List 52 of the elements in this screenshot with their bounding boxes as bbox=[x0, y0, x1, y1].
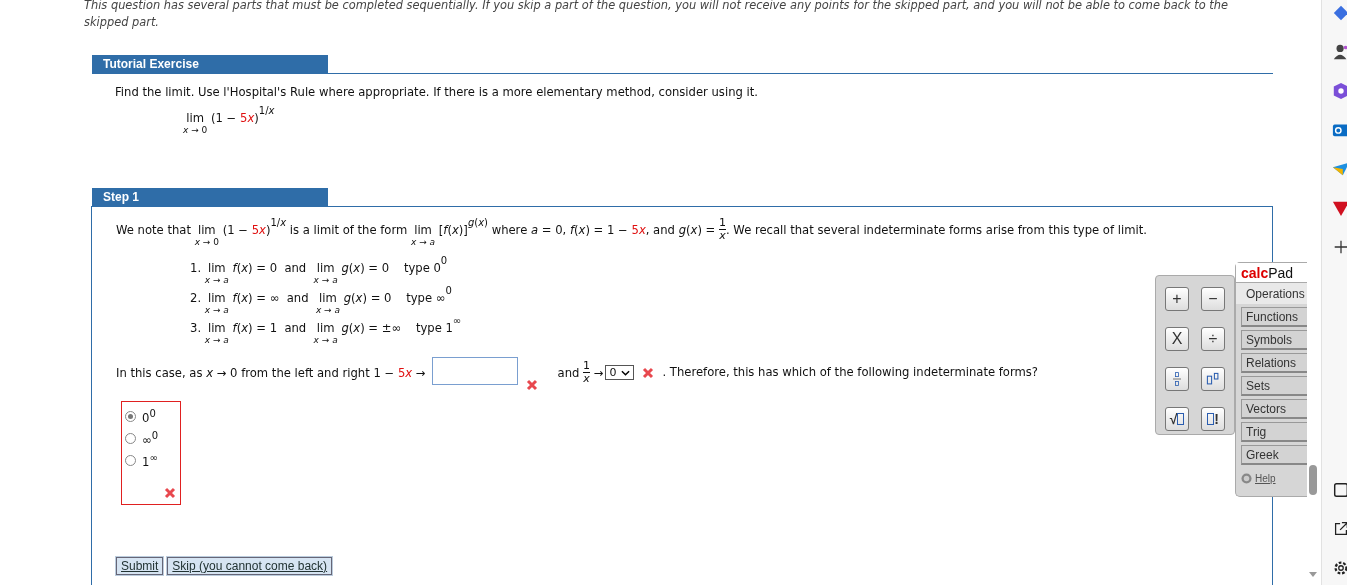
radio-button[interactable] bbox=[125, 432, 136, 444]
prompt-text: Find the limit. Use l'Hospital's Rule where appropriate. If there is a more elementary method, consider using it. bbox=[115, 85, 759, 99]
submit-button[interactable]: Submit bbox=[116, 557, 164, 575]
keypad-key[interactable] bbox=[1165, 367, 1189, 391]
form-item: 2. lim x → a f(x) = ∞ and lim x → a g(x) = 0 type ∞$^{0}$ bbox=[190, 285, 452, 315]
help-link[interactable]: Help bbox=[1255, 473, 1276, 484]
answer-field[interactable] bbox=[431, 357, 518, 385]
form-item: 3. lim x → a f(x) = 1 and lim x → a g(x) = ±∞ type 1$^{∞}$ bbox=[190, 315, 462, 345]
exponent-icon bbox=[1206, 371, 1220, 387]
calcpad-tab[interactable]: Sets bbox=[1241, 376, 1307, 396]
choice-label: 1$^{∞}$ bbox=[142, 451, 158, 469]
keypad-key[interactable]: ! bbox=[1201, 407, 1225, 431]
keypad-key[interactable]: ÷ bbox=[1201, 327, 1225, 351]
calcpad-tab[interactable]: Greek bbox=[1241, 445, 1307, 465]
calcpad-tab[interactable]: Functions bbox=[1241, 307, 1307, 327]
caret-icon bbox=[621, 369, 631, 376]
calcpad-tab[interactable]: Trig bbox=[1241, 422, 1307, 442]
help-icon bbox=[1241, 473, 1252, 484]
calcpad-tab[interactable]: Operations bbox=[1236, 283, 1307, 304]
person-icon[interactable] bbox=[1332, 43, 1347, 61]
case-text: . Therefore, this has which of the following indeterminate forms? bbox=[662, 365, 1038, 379]
choice-label: 0$^{0}$ bbox=[142, 407, 156, 425]
triangle-icon[interactable] bbox=[1332, 199, 1347, 217]
fraction-icon bbox=[1170, 371, 1184, 387]
hexagon-icon[interactable] bbox=[1332, 82, 1347, 100]
answer-dropdown[interactable]: 0 bbox=[605, 365, 635, 380]
paper-plane-icon[interactable] bbox=[1332, 160, 1347, 178]
keypad-key[interactable]: + bbox=[1165, 287, 1189, 311]
section-header: Step 1 bbox=[92, 188, 328, 206]
radio-button[interactable] bbox=[125, 454, 136, 466]
form-item: 1. lim x → a f(x) = 0 and lim x → a g(x) = 0 type 0$^{0}$ bbox=[190, 255, 448, 285]
case-text: In this case, as x → 0 from the left and right 1 − 5x → bbox=[116, 365, 426, 381]
keypad-key[interactable] bbox=[1201, 367, 1225, 391]
calcpad-tab[interactable]: Relations bbox=[1241, 353, 1307, 373]
calcpad-tab[interactable]: Symbols bbox=[1241, 330, 1307, 350]
scrollbar-thumb[interactable] bbox=[1309, 465, 1317, 495]
instructions-text: This question has several parts that must be completed sequentially. If you skip a part of the question, you will not receive any points for the skipped part, and you will not be able to come back to the skipped part. bbox=[84, 0, 1229, 31]
keypad-key[interactable]: √ bbox=[1165, 407, 1189, 431]
calcpad-tab[interactable]: Vectors bbox=[1241, 399, 1307, 419]
keypad-key[interactable]: X bbox=[1165, 327, 1189, 351]
calcpad-title: calcPad bbox=[1236, 263, 1307, 283]
plus-icon[interactable] bbox=[1332, 238, 1347, 256]
keypad-key[interactable]: − bbox=[1201, 287, 1225, 311]
section-header: Tutorial Exercise bbox=[92, 55, 328, 73]
radio-button[interactable] bbox=[125, 410, 136, 422]
incorrect-icon bbox=[164, 487, 176, 499]
diamond-icon[interactable] bbox=[1332, 4, 1347, 22]
settings-icon[interactable] bbox=[1332, 559, 1347, 577]
skip-button[interactable]: Skip (you cannot come back) bbox=[167, 557, 333, 575]
scroll-down-icon[interactable] bbox=[1309, 572, 1317, 577]
external-link-icon[interactable] bbox=[1332, 520, 1347, 538]
choice-label: ∞$^{0}$ bbox=[142, 429, 159, 447]
